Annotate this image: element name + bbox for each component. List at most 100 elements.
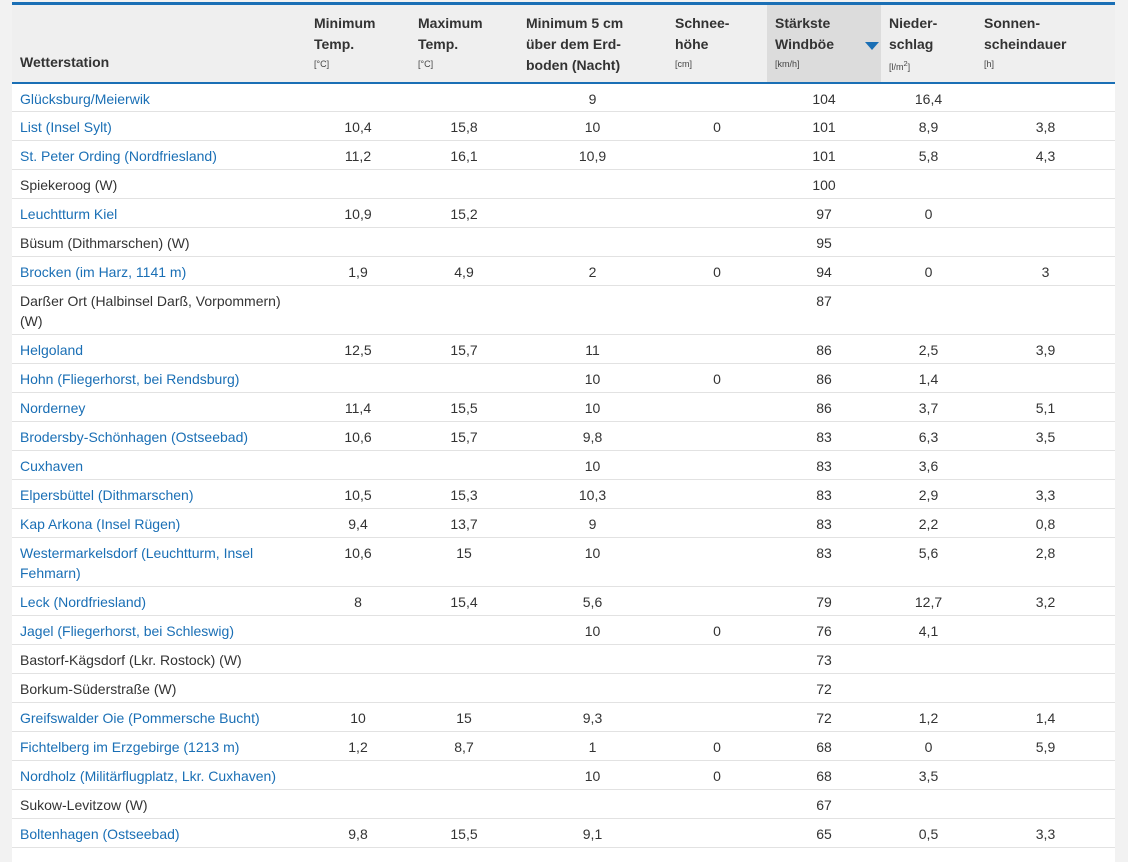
column-unit-precip: [l/m2]: [889, 58, 968, 73]
min-temp-cell: 10: [306, 702, 410, 732]
column-header-max-temp[interactable]: Maximum Temp. [°C]: [410, 2, 518, 84]
precipitation-cell: 3,7: [881, 392, 976, 422]
min-5cm-cell: 10: [518, 392, 667, 422]
max-temp-cell: 15,2: [410, 198, 518, 228]
table-row: Fichtelberg im Erzgebirge (1213 m) 1,2 8,7…: [12, 731, 1115, 761]
min-temp-cell: 10,6: [306, 537, 410, 587]
column-header-gust[interactable]: Stärkste Windböe [km/h]: [767, 2, 881, 84]
station-link[interactable]: Glücksburg/Meierwik: [20, 91, 150, 107]
min-5cm-cell: 10: [518, 450, 667, 480]
column-header-min-5cm[interactable]: Minimum 5 cm über dem Erd- boden (Nacht): [518, 2, 667, 84]
station-link[interactable]: Westermarkelsdorf (Leuchtturm, Insel Feh…: [20, 545, 253, 581]
column-header-snow[interactable]: Schnee- höhe [cm]: [667, 2, 767, 84]
station-link[interactable]: Fichtelberg im Erzgebirge (1213 m): [20, 739, 239, 755]
max-temp-cell: [410, 82, 518, 112]
station-link[interactable]: Elpersbüttel (Dithmarschen): [20, 487, 194, 503]
station-link[interactable]: List (Insel Sylt): [20, 119, 112, 135]
precipitation-cell: 3,6: [881, 450, 976, 480]
station-link[interactable]: St. Peter Ording (Nordfriesland): [20, 148, 217, 164]
max-temp-cell: [410, 760, 518, 790]
station-cell: Fichtelberg im Erzgebirge (1213 m): [12, 731, 306, 761]
station-cell: Brodersby-Schönhagen (Ostseebad): [12, 421, 306, 451]
column-header-max-temp-line2: Temp.: [418, 36, 459, 52]
snow-height-cell: [667, 789, 767, 819]
station-link[interactable]: Leuchtturm Kiel: [20, 206, 117, 222]
snow-height-cell: [667, 334, 767, 364]
station-link[interactable]: Leck (Nordfriesland): [20, 594, 146, 610]
table-row: Cuxhaven 10 83 3,6: [12, 450, 1115, 480]
precipitation-cell: [881, 789, 976, 819]
column-header-min-temp-line2: Temp.: [314, 36, 355, 52]
station-cell: Borkum-Süderstraße (W): [12, 673, 306, 703]
station-cell: Westermarkelsdorf (Leuchtturm, Insel Feh…: [12, 537, 306, 587]
gust-cell: 86: [767, 334, 881, 364]
gust-cell: 86: [767, 392, 881, 422]
sunshine-cell: [976, 82, 1115, 112]
snow-height-cell: [667, 392, 767, 422]
gust-cell: 76: [767, 615, 881, 645]
column-header-sun[interactable]: Sonnen- scheindauer [h]: [976, 2, 1115, 84]
station-link[interactable]: Greifswalder Oie (Pommersche Bucht): [20, 710, 260, 726]
gust-cell: 67: [767, 789, 881, 819]
column-header-station[interactable]: Wetterstation: [12, 2, 306, 84]
column-header-min-temp[interactable]: Minimum Temp. [°C]: [306, 2, 410, 84]
table-row: Bastorf-Kägsdorf (Lkr. Rostock) (W) 73: [12, 644, 1115, 674]
station-link[interactable]: Nordholz (Militärflugplatz, Lkr. Cuxhave…: [20, 768, 276, 784]
station-cell: Büsum (Dithmarschen) (W): [12, 227, 306, 257]
min-temp-cell: 10,6: [306, 421, 410, 451]
gust-cell: 72: [767, 673, 881, 703]
table-row: Hohn (Fliegerhorst, bei Rendsburg) 10 0 86 1…: [12, 363, 1115, 393]
precipitation-cell: 2,5: [881, 334, 976, 364]
min-5cm-cell: 9: [518, 82, 667, 112]
precipitation-cell: [881, 285, 976, 335]
max-temp-cell: 8,7: [410, 731, 518, 761]
station-link[interactable]: Norderney: [20, 400, 85, 416]
precipitation-cell: 5,6: [881, 537, 976, 587]
sort-descending-icon[interactable]: [865, 42, 879, 50]
station-link[interactable]: Kap Arkona (Insel Rügen): [20, 516, 180, 532]
max-temp-cell: [410, 644, 518, 674]
station-link[interactable]: Jagel (Fliegerhorst, bei Schleswig): [20, 623, 234, 639]
station-link[interactable]: Hohn (Fliegerhorst, bei Rendsburg): [20, 371, 239, 387]
station-cell: Leuchtturm Kiel: [12, 198, 306, 228]
precipitation-cell: 5,8: [881, 140, 976, 170]
min-temp-cell: [306, 760, 410, 790]
column-header-precip[interactable]: Nieder- schlag [l/m2]: [881, 2, 976, 84]
column-unit-min-temp: [°C]: [314, 59, 330, 69]
station-cell: Norderney: [12, 392, 306, 422]
precipitation-cell: 2,9: [881, 479, 976, 509]
gust-cell: 72: [767, 702, 881, 732]
station-name: Bastorf-Kägsdorf (Lkr. Rostock) (W): [20, 652, 242, 668]
min-5cm-cell: 10,9: [518, 140, 667, 170]
min-temp-cell: [306, 673, 410, 703]
precipitation-cell: 6,3: [881, 421, 976, 451]
min-temp-cell: 12,5: [306, 334, 410, 364]
sunshine-cell: 5,9: [976, 731, 1115, 761]
precipitation-cell: [881, 227, 976, 257]
sunshine-cell: 3,5: [976, 421, 1115, 451]
min-temp-cell: 9,4: [306, 508, 410, 538]
column-unit-precip-base: [l/m: [889, 62, 904, 72]
station-link[interactable]: Boltenhagen (Ostseebad): [20, 826, 180, 842]
snow-height-cell: [667, 644, 767, 674]
max-temp-cell: 15,8: [410, 111, 518, 141]
table-row: Elpersbüttel (Dithmarschen) 10,5 15,3 10,3 8…: [12, 479, 1115, 509]
table-row: Boltenhagen (Ostseebad) 9,8 15,5 9,1 65 0,5 3,…: [12, 818, 1115, 848]
column-unit-precip-end: ]: [907, 62, 911, 72]
max-temp-cell: [410, 227, 518, 257]
snow-height-cell: [667, 702, 767, 732]
station-cell: Leck (Nordfriesland): [12, 586, 306, 616]
column-header-max-temp-line1: Maximum: [418, 15, 483, 31]
station-name: Borkum-Süderstraße (W): [20, 681, 177, 697]
station-cell: Cuxhaven: [12, 450, 306, 480]
max-temp-cell: 15,7: [410, 421, 518, 451]
sunshine-cell: [976, 760, 1115, 790]
station-link[interactable]: Brodersby-Schönhagen (Ostseebad): [20, 429, 248, 445]
min-temp-cell: 10,9: [306, 198, 410, 228]
min-temp-cell: 11,4: [306, 392, 410, 422]
precipitation-cell: 16,4: [881, 82, 976, 112]
station-link[interactable]: Brocken (im Harz, 1141 m): [20, 264, 186, 280]
station-link[interactable]: Cuxhaven: [20, 458, 83, 474]
station-link[interactable]: Helgoland: [20, 342, 83, 358]
gust-cell: 83: [767, 537, 881, 587]
